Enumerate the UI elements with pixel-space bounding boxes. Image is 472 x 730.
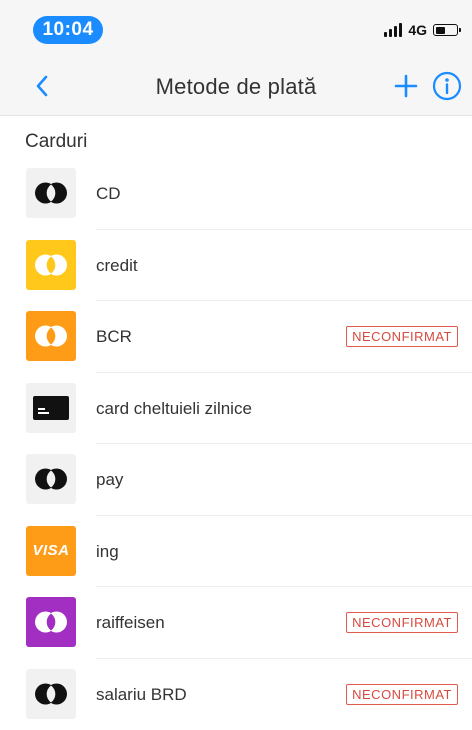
card-label: ing xyxy=(96,542,119,562)
status-badge: NECONFIRMAT xyxy=(346,612,458,633)
card-label: raiffeisen xyxy=(96,613,165,633)
status-indicators: 4G xyxy=(384,20,458,40)
card-row-cd[interactable]: CD xyxy=(0,158,472,230)
card-label: pay xyxy=(96,470,123,490)
mastercard-icon xyxy=(26,168,76,218)
card-row-pay[interactable]: pay xyxy=(0,444,472,516)
card-row-daily-expenses[interactable]: card cheltuieli zilnice xyxy=(0,373,472,445)
status-badge: NECONFIRMAT xyxy=(346,684,458,705)
mastercard-icon xyxy=(26,669,76,719)
card-row-raiffeisen[interactable]: raiffeisen NECONFIRMAT xyxy=(0,587,472,659)
info-button[interactable] xyxy=(431,70,463,102)
plus-icon xyxy=(394,74,418,98)
mastercard-icon xyxy=(26,240,76,290)
card-label: card cheltuieli zilnice xyxy=(96,399,252,419)
status-badge: NECONFIRMAT xyxy=(346,326,458,347)
visa-icon: VISA xyxy=(26,526,76,576)
signal-icon xyxy=(384,23,402,37)
network-label: 4G xyxy=(408,22,427,38)
status-time: 10:04 xyxy=(33,16,103,44)
card-row-credit[interactable]: credit xyxy=(0,230,472,302)
battery-icon xyxy=(433,24,458,36)
card-row-ing[interactable]: VISA ing xyxy=(0,516,472,588)
status-bar: 10:04 4G xyxy=(0,0,472,56)
info-icon xyxy=(432,71,462,101)
card-list: CD credit BCR NECONFIRMAT card cheltuiel… xyxy=(0,158,472,730)
card-label: salariu BRD xyxy=(96,685,187,705)
nav-bar: Metode de plată xyxy=(0,56,472,116)
card-row-bcr[interactable]: BCR NECONFIRMAT xyxy=(0,301,472,373)
generic-card-icon xyxy=(26,383,76,433)
section-title-cards: Carduri xyxy=(25,131,87,153)
card-label: CD xyxy=(96,184,121,204)
card-row-salary-brd[interactable]: salariu BRD NECONFIRMAT xyxy=(0,659,472,730)
mastercard-icon xyxy=(26,454,76,504)
mastercard-icon xyxy=(26,597,76,647)
card-label: BCR xyxy=(96,327,132,347)
visa-logo-text: VISA xyxy=(32,542,69,559)
mastercard-icon xyxy=(26,311,76,361)
card-label: credit xyxy=(96,256,138,276)
add-card-button[interactable] xyxy=(392,72,420,100)
battery-fill xyxy=(436,27,445,34)
